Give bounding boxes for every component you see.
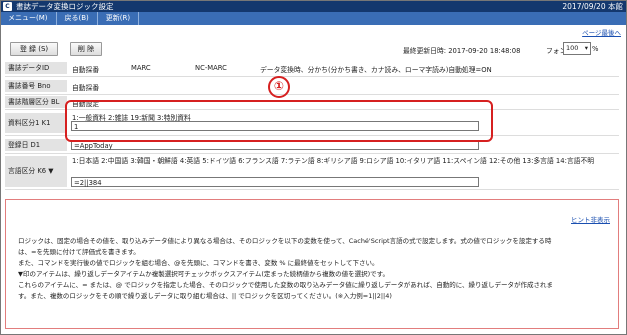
menu-item-back[interactable]: 戻る(B) bbox=[57, 12, 98, 25]
value-source: MARC bbox=[131, 64, 151, 72]
hide-hint-link[interactable]: ヒント非表示 bbox=[571, 214, 610, 224]
date-user: 2017/09/20 本館 bbox=[562, 1, 623, 11]
delete-button[interactable]: 削 除 bbox=[70, 42, 102, 56]
help-line: す。また、複数のロジックをその順で繰り返しデータに取り組む場合は、|| でロジッ… bbox=[18, 292, 392, 300]
help-line: ▼印のアイテムは、繰り返しデータアイテムか複製選択可チェックボックスアイテム(定… bbox=[18, 270, 390, 278]
font-size-value: 100 bbox=[566, 44, 579, 52]
hint-k6: 1:日本語 2:中国語 3:韓国・朝鮮語 4:英語 5:ドイツ語 6:フランス語… bbox=[72, 157, 595, 165]
label-k1: 資料区分1 K1 bbox=[5, 113, 67, 133]
help-panel: ヒント非表示 ロジックは、固定の場合その値を、取り込みデータ値により異なる場合は… bbox=[5, 199, 619, 329]
chevron-down-icon: ▾ bbox=[584, 44, 588, 52]
value-format: NC-MARC bbox=[195, 64, 227, 72]
register-button[interactable]: 登 録 (S) bbox=[10, 42, 58, 56]
label-bl: 書誌階層区分 BL bbox=[5, 96, 67, 108]
menu-item-refresh[interactable]: 更新(R) bbox=[98, 12, 140, 25]
help-line: ロジックは、固定の場合その値を、取り込みデータ値により異なる場合は、そのロジック… bbox=[18, 237, 552, 245]
window-title: 書誌データ変換ロジック設定 bbox=[16, 1, 114, 11]
label-id: 書誌データID bbox=[5, 62, 67, 74]
menu-item-menu[interactable]: メニュー(M) bbox=[0, 12, 57, 25]
percent-sign: % bbox=[592, 45, 599, 53]
value-convert-note: データ変換時、分かち(分かち書き、カナ読み、ローマ字読み)自動処理=ON bbox=[260, 66, 492, 74]
page-bottom-link[interactable]: ページ最後へ bbox=[582, 27, 621, 37]
title-bar: C 書誌データ変換ロジック設定 2017/09/20 本館 bbox=[0, 0, 627, 12]
value-id: 自動採番 bbox=[72, 66, 100, 74]
label-k6: 言語区分 K6 ▼ bbox=[5, 156, 67, 187]
last-update-text: 最終更新日時: 2017-09-20 18:48:08 bbox=[403, 47, 521, 55]
label-bno: 書誌番号 Bno bbox=[5, 80, 67, 92]
help-line: は、=を先頭に付けて評価式を書きます。 bbox=[18, 248, 140, 256]
k6-input[interactable]: =2||384 bbox=[71, 177, 479, 187]
help-text: ロジックは、固定の場合その値を、取り込みデータ値により異なる場合は、そのロジック… bbox=[18, 236, 614, 302]
menu-bar: メニュー(M) 戻る(B) 更新(R) bbox=[0, 12, 627, 25]
app-logo-icon: C bbox=[3, 1, 12, 11]
font-size-select[interactable]: 100 ▾ bbox=[563, 42, 591, 55]
label-d1: 登録日 D1 bbox=[5, 139, 67, 151]
help-line: これらのアイテムに、= または、@ でロジックを指定した場合、そのロジックで使用… bbox=[18, 281, 554, 289]
annotation-marker: ① bbox=[268, 76, 290, 98]
help-line: また、コマンドを実行後の値でロジックを組む場合、@を先頭に、コマンドを書き、変数… bbox=[18, 259, 379, 267]
value-bno: 自動採番 bbox=[72, 84, 100, 92]
highlight-box bbox=[65, 100, 493, 142]
